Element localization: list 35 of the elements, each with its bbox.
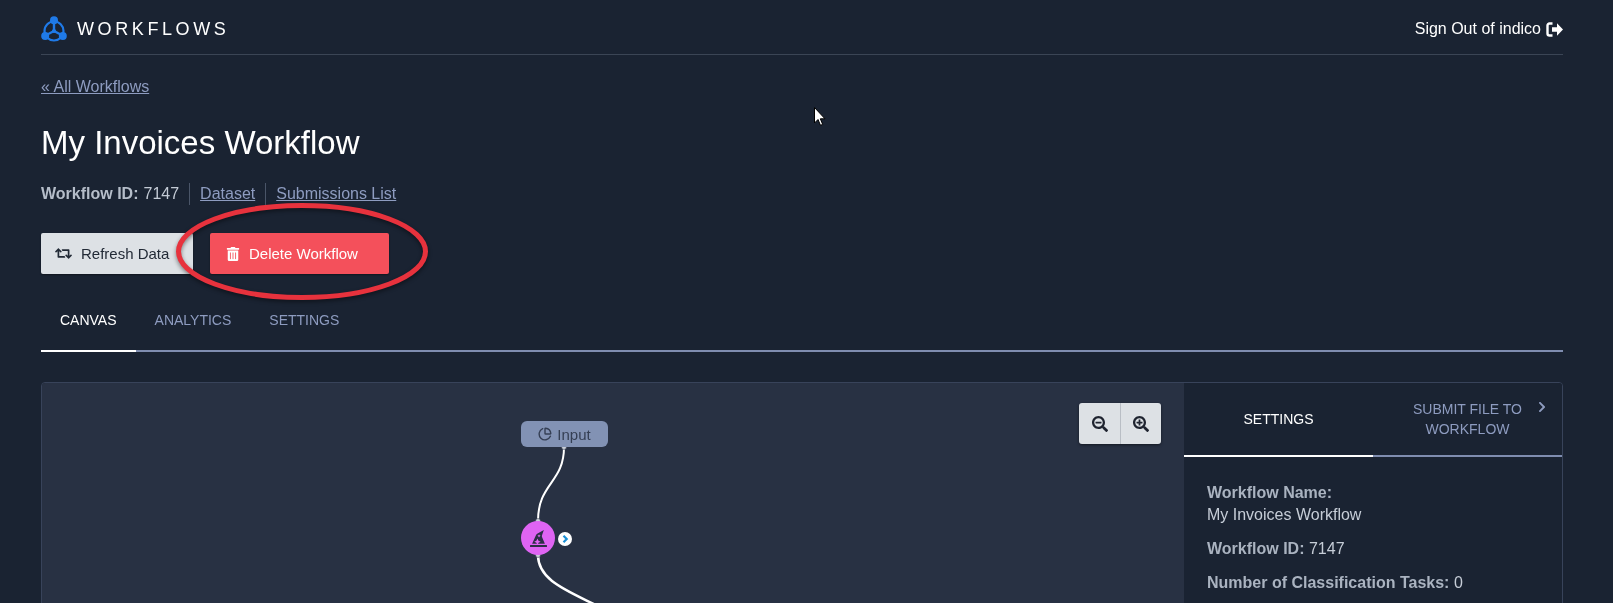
field-value: 0 — [1453, 574, 1463, 591]
panel-tab[interactable]: SETTINGS — [1184, 383, 1373, 457]
sign-out-link[interactable]: Sign Out of indico — [1414, 18, 1563, 40]
workflow-node[interactable]: Input — [521, 421, 608, 447]
panel-tab[interactable]: SUBMIT FILE TO WORKFLOW — [1373, 383, 1562, 457]
field-value: My Invoices Workflow — [1207, 505, 1363, 525]
zoom-in-icon — [1133, 415, 1149, 432]
wizard-hat-icon — [529, 529, 547, 547]
trash-icon — [226, 246, 240, 261]
field-label: Workflow Name: — [1207, 484, 1333, 501]
tab[interactable]: SETTINGS — [250, 296, 359, 352]
brand-name: WORKFLOWS — [77, 18, 230, 40]
tab[interactable]: ANALYTICS — [135, 296, 251, 352]
mouse-pointer-icon — [814, 107, 826, 126]
field-label: Workflow ID: — [1207, 540, 1305, 557]
zoom-out-icon — [1091, 415, 1108, 432]
repeat-arrows-icon — [55, 245, 72, 262]
meta-link[interactable]: Dataset — [200, 182, 256, 206]
meta-value: 7147 — [143, 184, 180, 204]
meta-label: Workflow ID: — [41, 184, 139, 204]
zoom-out-button[interactable] — [1079, 403, 1120, 444]
delete-button[interactable]: Delete Workflow — [210, 233, 389, 274]
back-link[interactable]: « All Workflows — [41, 76, 150, 98]
refresh-button[interactable]: Refresh Data — [41, 233, 193, 274]
zoom-in-button[interactable] — [1120, 403, 1161, 444]
pie-chart-icon — [538, 427, 553, 441]
expand-chevron-icon[interactable] — [558, 532, 572, 546]
meta-link[interactable]: Submissions List — [276, 182, 397, 206]
workflow-node[interactable] — [521, 521, 555, 555]
logo-icon — [41, 15, 67, 43]
page-title: My Invoices Workflow — [41, 123, 360, 163]
field-label: Number of Classification Tasks: — [1207, 574, 1450, 591]
field-value: 7147 — [1308, 540, 1345, 557]
tab[interactable]: CANVAS — [41, 296, 136, 352]
sign-out-icon — [1546, 21, 1563, 37]
